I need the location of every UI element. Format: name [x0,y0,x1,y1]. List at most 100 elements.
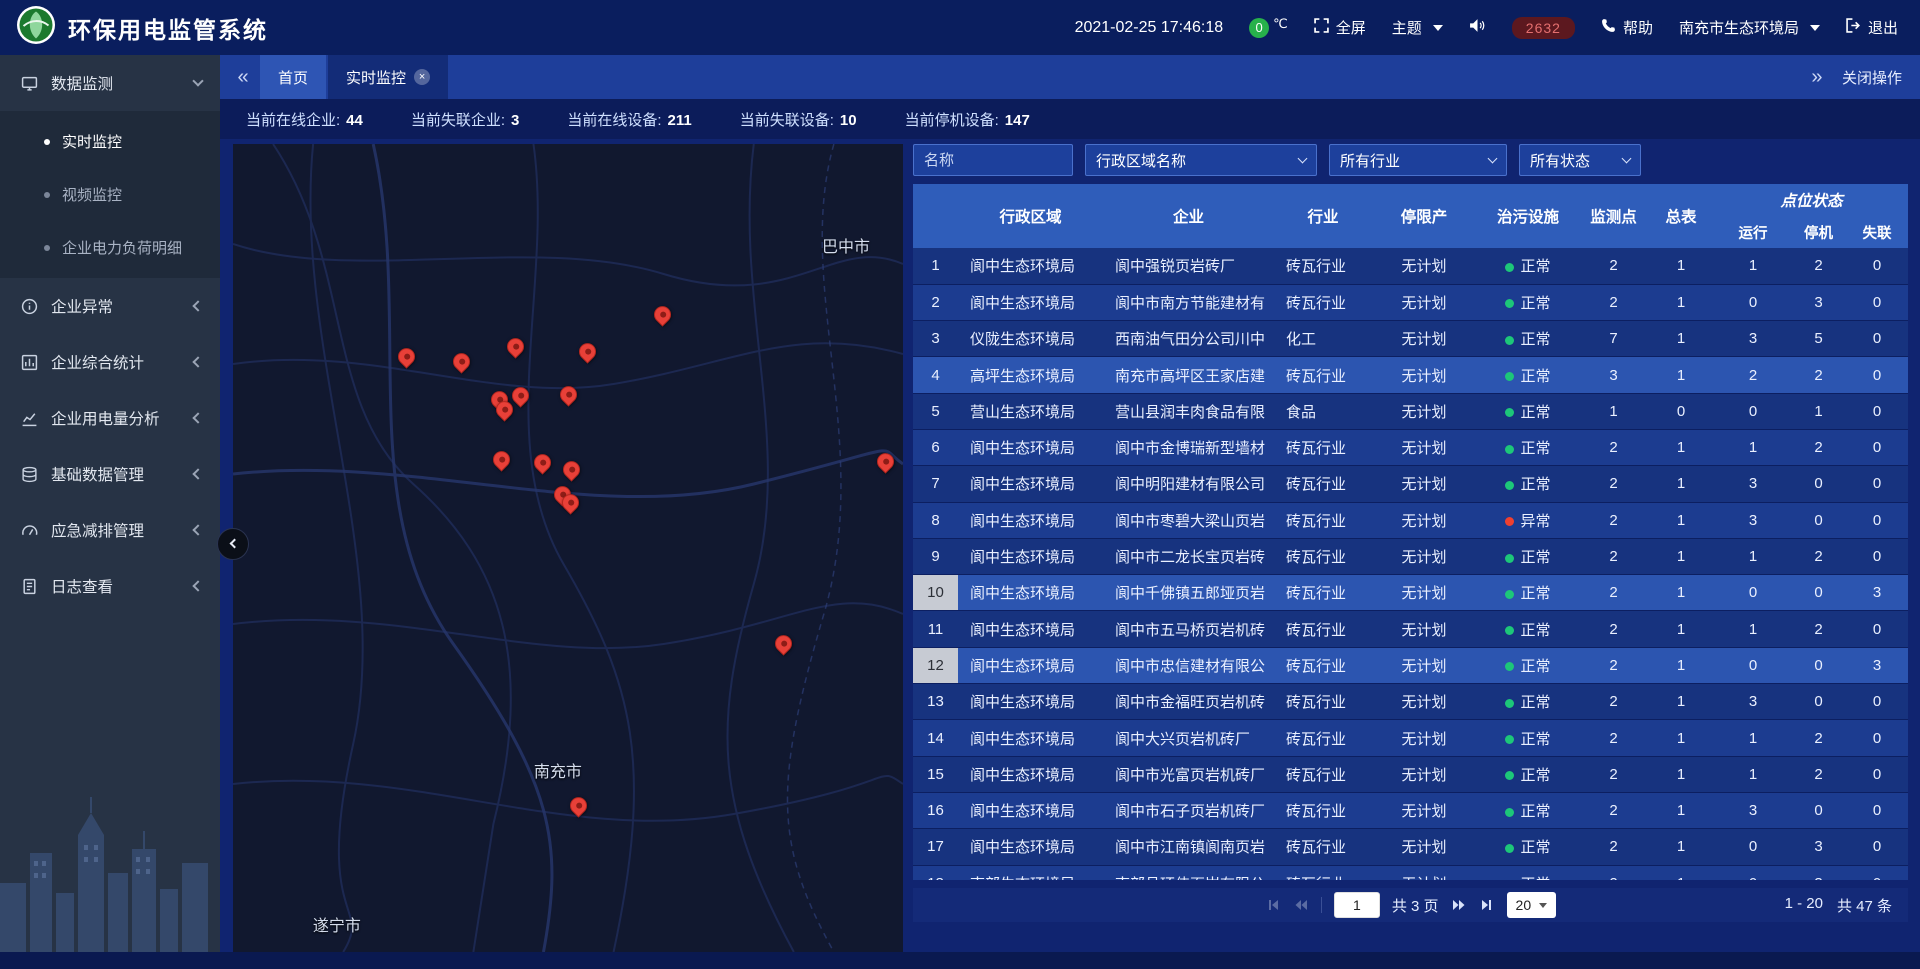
map-pin-icon[interactable] [493,451,511,469]
close-icon[interactable]: × [414,69,430,85]
collapse-map-toggle[interactable] [217,528,249,560]
points-cell: 2 [1580,575,1647,611]
industry-cell: 砖瓦行业 [1274,502,1372,538]
table-row[interactable]: 18南部生态环境局南部县环伟页岩有限公砖瓦行业无计划正常21030 [913,865,1908,880]
status-ok-icon [1505,590,1514,599]
limit-column-header: 停限产 [1372,184,1476,248]
page-number-input[interactable] [1334,892,1380,918]
table-row[interactable]: 16阆中生态环境局阆中市石子页岩机砖厂砖瓦行业无计划正常21300 [913,792,1908,828]
first-page-button[interactable] [1265,897,1281,913]
fullscreen-button[interactable]: 全屏 [1314,17,1366,38]
region-cell: 阆中生态环境局 [958,720,1103,756]
sidebar-item-company-abnormal[interactable]: 企业异常 [0,278,220,334]
stop-cell: 2 [1791,611,1846,647]
map-pin-icon[interactable] [507,339,525,357]
sidebar-item-realtime-monitor[interactable]: 实时监控 [0,115,220,168]
table-row[interactable]: 8阆中生态环境局阆中市枣碧大梁山页岩砖瓦行业无计划异常21300 [913,502,1908,538]
map-pin-icon[interactable] [579,343,597,361]
sidebar-item-power-analysis[interactable]: 企业用电量分析 [0,390,220,446]
table-row[interactable]: 10阆中生态环境局阆中千佛镇五郎垭页岩砖瓦行业无计划正常21003 [913,575,1908,611]
sidebar-item-emergency-management[interactable]: 应急减排管理 [0,502,220,558]
alert-count-badge[interactable]: 2632 [1512,17,1575,39]
meters-cell: 1 [1647,357,1715,393]
run-cell: 1 [1715,720,1791,756]
industry-column-header: 行业 [1274,184,1372,248]
tabs-scroll-right-button[interactable]: » [1800,66,1834,89]
stat-online-companies: 当前在线企业:44 [246,109,363,130]
stat-value: 10 [840,112,857,129]
table-row[interactable]: 1阆中生态环境局阆中强锐页岩砖厂砖瓦行业无计划正常21120 [913,248,1908,284]
org-dropdown[interactable]: 南充市生态环境局 [1679,17,1820,38]
table-row[interactable]: 12阆中生态环境局阆中市忠信建材有限公砖瓦行业无计划正常21003 [913,647,1908,683]
map-pin-icon[interactable] [562,494,580,512]
table-row[interactable]: 6阆中生态环境局阆中市金博瑞新型墙材砖瓦行业无计划正常21120 [913,429,1908,465]
next-page-button[interactable] [1451,897,1467,913]
sidebar-item-video-monitor[interactable]: 视频监控 [0,168,220,221]
sidebar-item-log-view[interactable]: 日志查看 [0,558,220,614]
map-pin-icon[interactable] [453,353,471,371]
close-operations-button[interactable]: 关闭操作 [1842,67,1902,88]
map-pin-icon[interactable] [570,797,588,815]
industry-filter-select[interactable]: 所有行业 [1329,144,1507,176]
map-pin-icon[interactable] [563,461,581,479]
industry-cell: 砖瓦行业 [1274,647,1372,683]
row-index-cell: 1 [913,248,958,284]
table-row[interactable]: 15阆中生态环境局阆中市光富页岩机砖厂砖瓦行业无计划正常21120 [913,756,1908,792]
company-cell: 阆中市光富页岩机砖厂 [1103,756,1274,792]
sidebar-item-company-statistics[interactable]: 企业综合统计 [0,334,220,390]
table-row[interactable]: 4高坪生态环境局南充市高坪区王家店建砖瓦行业无计划正常31220 [913,357,1908,393]
volume-button[interactable] [1469,18,1486,37]
industry-cell: 砖瓦行业 [1274,829,1372,865]
page-size-select[interactable]: 20 [1507,892,1557,918]
chevron-left-icon [192,412,203,423]
table-row[interactable]: 2阆中生态环境局阆中市南方节能建材有砖瓦行业无计划正常21030 [913,284,1908,320]
region-filter-value: 行政区域名称 [1096,150,1186,171]
table-row[interactable]: 11阆中生态环境局阆中市五马桥页岩机砖砖瓦行业无计划正常21120 [913,611,1908,647]
map-panel[interactable]: 巴中市南充市遂宁市 [233,144,903,952]
sidebar-item-base-data[interactable]: 基础数据管理 [0,446,220,502]
map-pin-icon[interactable] [877,453,895,471]
region-cell: 阆中生态环境局 [958,502,1103,538]
help-button[interactable]: 帮助 [1601,17,1653,38]
company-cell: 阆中市二龙长宝页岩砖 [1103,538,1274,574]
sidebar-item-power-load-detail[interactable]: 企业电力负荷明细 [0,221,220,274]
limit-cell: 无计划 [1372,284,1476,320]
map-pin-icon[interactable] [654,306,672,324]
name-filter-input[interactable] [913,144,1073,176]
region-cell: 阆中生态环境局 [958,611,1103,647]
map-pin-icon[interactable] [560,386,578,404]
table-row[interactable]: 5营山生态环境局营山县润丰肉食品有限食品无计划正常10010 [913,393,1908,429]
region-filter-select[interactable]: 行政区域名称 [1085,144,1317,176]
tab-home[interactable]: 首页 [260,55,326,99]
tab-realtime-monitor[interactable]: 实时监控 × [328,55,448,99]
total-count-label: 共 47 条 [1837,895,1892,916]
table-row[interactable]: 9阆中生态环境局阆中市二龙长宝页岩砖砖瓦行业无计划正常21120 [913,538,1908,574]
meters-cell: 0 [1647,393,1715,429]
limit-cell: 无计划 [1372,575,1476,611]
points-cell: 3 [1580,357,1647,393]
prev-page-button[interactable] [1293,897,1309,913]
sidebar-item-data-monitoring[interactable]: 数据监测 [0,55,220,111]
table-row[interactable]: 14阆中生态环境局阆中大兴页岩机砖厂砖瓦行业无计划正常21120 [913,720,1908,756]
table-row[interactable]: 13阆中生态环境局阆中市金福旺页岩机砖砖瓦行业无计划正常21300 [913,684,1908,720]
logout-icon [1846,18,1861,37]
table-row[interactable]: 17阆中生态环境局阆中市江南镇阆南页岩砖瓦行业无计划正常21030 [913,829,1908,865]
alert-circle-icon [20,298,38,315]
map-pin-icon[interactable] [534,454,552,472]
table-row[interactable]: 7阆中生态环境局阆中明阳建材有限公司砖瓦行业无计划正常21300 [913,466,1908,502]
logout-button[interactable]: 退出 [1846,17,1898,38]
map-pin-icon[interactable] [512,387,530,405]
map-pin-icon[interactable] [496,401,514,419]
lost-cell: 0 [1846,248,1908,284]
map-pin-icon[interactable] [775,635,793,653]
table-row[interactable]: 3仪陇生态环境局西南油气田分公司川中化工无计划正常71350 [913,321,1908,357]
status-filter-select[interactable]: 所有状态 [1519,144,1641,176]
fullscreen-icon [1314,18,1329,37]
last-page-button[interactable] [1479,897,1495,913]
map-pin-icon[interactable] [398,348,416,366]
tabs-scroll-left-button[interactable]: « [226,55,260,99]
theme-dropdown[interactable]: 主题 [1392,17,1443,38]
lost-cell: 0 [1846,321,1908,357]
limit-cell: 无计划 [1372,321,1476,357]
status-filter-value: 所有状态 [1530,150,1590,171]
